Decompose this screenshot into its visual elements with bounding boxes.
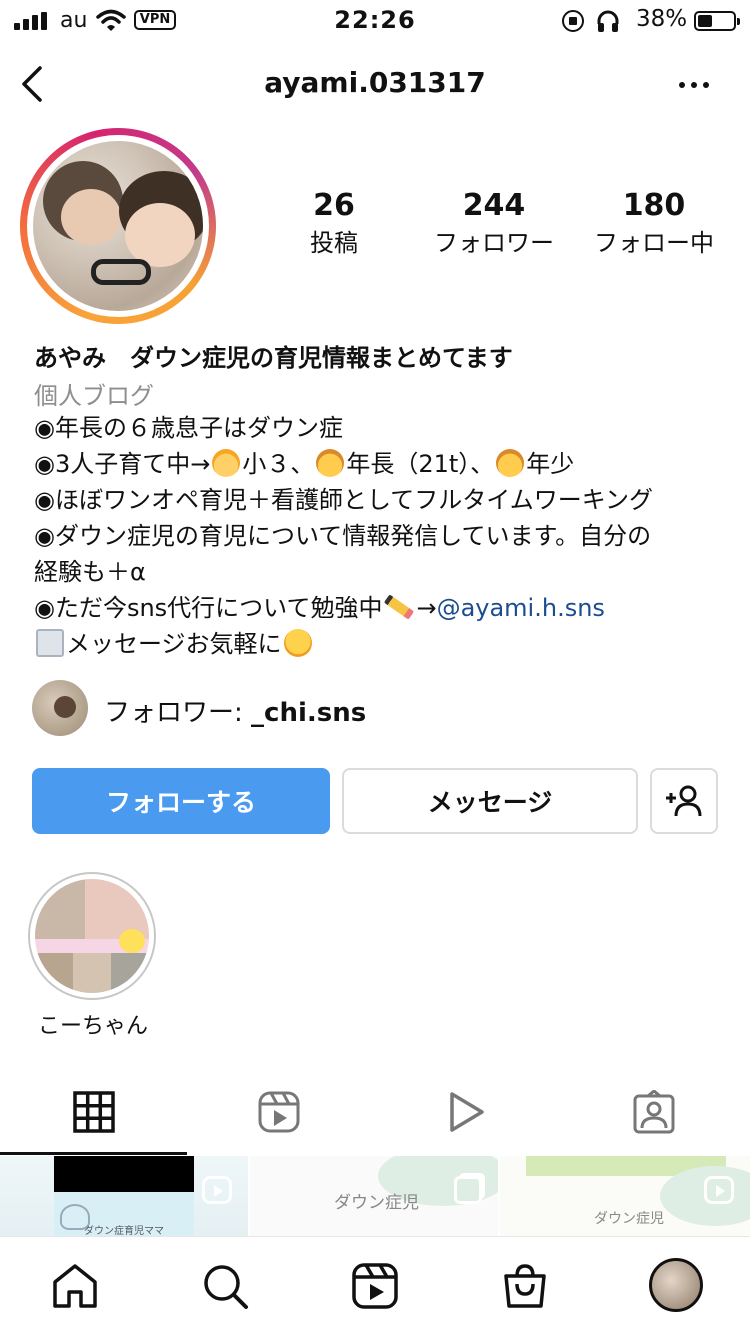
home-icon[interactable] <box>51 1262 99 1310</box>
active-tab-indicator <box>0 1152 187 1155</box>
followers-count: 244 <box>462 188 526 223</box>
add-person-icon <box>666 785 702 817</box>
bio-line: ◉3人子育て中→ 小３、 年長（21t）、 年少 <box>34 446 574 482</box>
bio-text: ◉3人子育て中→ <box>34 450 211 478</box>
reel-badge-icon <box>202 1176 232 1204</box>
bio-text: ◉ただ今sns代行について勉強中 <box>34 594 383 622</box>
post-thumbnail[interactable]: ダウン症児 <box>500 1156 750 1236</box>
envelope-emoji-icon <box>36 629 64 657</box>
boy-emoji-icon <box>496 449 525 477</box>
following-count: 180 <box>622 188 686 223</box>
reels-icon[interactable] <box>257 1090 301 1134</box>
suggested-users-button[interactable] <box>650 768 718 834</box>
bio-line: 経験も＋α <box>34 558 146 586</box>
pencil-emoji-icon <box>384 594 415 620</box>
bio-text: 年少 <box>526 450 575 478</box>
status-bar: au VPN 22:26 38% <box>0 0 750 44</box>
bio-display-name: あやみ ダウン症児の育児情報まとめてます <box>34 344 513 372</box>
carousel-badge-icon <box>454 1176 482 1204</box>
follow-button[interactable]: フォローする <box>32 768 330 834</box>
mention-link[interactable]: @ayami.h.sns <box>437 594 605 622</box>
stat-followers[interactable]: 244 フォロワー <box>420 188 568 258</box>
video-icon[interactable] <box>444 1090 488 1134</box>
bio-line: ◉ただ今sns代行について勉強中 →@ayami.h.sns <box>34 590 605 626</box>
tagged-icon[interactable] <box>632 1090 676 1134</box>
profile-username: ayami.031317 <box>264 66 486 99</box>
posts-label: 投稿 <box>310 229 358 257</box>
grid-icon[interactable] <box>72 1090 116 1134</box>
stat-posts[interactable]: 26 投稿 <box>274 188 394 258</box>
post-thumbnail[interactable]: ダウン症育児ママ <box>0 1156 248 1236</box>
stat-following[interactable]: 180 フォロー中 <box>582 188 726 258</box>
thumbnail-caption: ダウン症育児ママ <box>84 1226 164 1236</box>
thumbnail-caption: ダウン症児 <box>334 1193 419 1213</box>
shop-icon[interactable] <box>501 1262 549 1310</box>
headphones-icon <box>597 10 619 32</box>
bio-text: メッセージお気軽に <box>66 630 282 658</box>
followed-by-prefix: フォロワー: <box>104 698 252 728</box>
post-thumbnail[interactable]: ダウン症児 <box>250 1156 498 1236</box>
boy-emoji-icon <box>316 449 345 477</box>
hugging-emoji-icon <box>283 629 312 657</box>
followed-by-text[interactable]: フォロワー: _chi.sns <box>104 692 366 729</box>
bio-line: ◉ダウン症児の育児について情報発信しています。自分の <box>34 522 652 550</box>
bio-category: 個人ブログ <box>34 382 154 410</box>
following-label: フォロー中 <box>594 229 714 257</box>
highlight-cover[interactable] <box>35 879 149 993</box>
reel-badge-icon <box>704 1176 734 1204</box>
message-button[interactable]: メッセージ <box>342 768 638 834</box>
search-icon[interactable] <box>201 1262 249 1310</box>
highlight-label: こーちゃん <box>37 1014 148 1039</box>
bio-line: ◉年長の６歳息子はダウン症 <box>34 414 343 442</box>
battery-icon <box>694 11 740 31</box>
girl-emoji-icon <box>212 449 241 477</box>
mutual-follower-avatar[interactable] <box>32 680 88 736</box>
bio-text: 小３、 <box>242 450 315 478</box>
bio-text: 年長（21t）、 <box>346 450 495 478</box>
battery-percent: 38% <box>636 6 688 32</box>
posts-count: 26 <box>313 188 355 223</box>
reels-icon[interactable] <box>351 1262 399 1310</box>
thumbnail-caption: ダウン症児 <box>594 1211 664 1227</box>
profile-avatar[interactable] <box>33 141 203 311</box>
bio-line: メッセージお気軽に <box>34 626 314 662</box>
followed-by-name: _chi.sns <box>251 698 367 728</box>
bio-text: → <box>416 594 437 622</box>
profile-tab-avatar[interactable] <box>649 1258 703 1312</box>
rotation-lock-icon <box>562 10 584 32</box>
more-options-icon[interactable] <box>672 72 716 96</box>
followers-label: フォロワー <box>434 229 554 257</box>
bio-line: ◉ほぼワンオペ育児＋看護師としてフルタイムワーキング <box>34 486 654 514</box>
